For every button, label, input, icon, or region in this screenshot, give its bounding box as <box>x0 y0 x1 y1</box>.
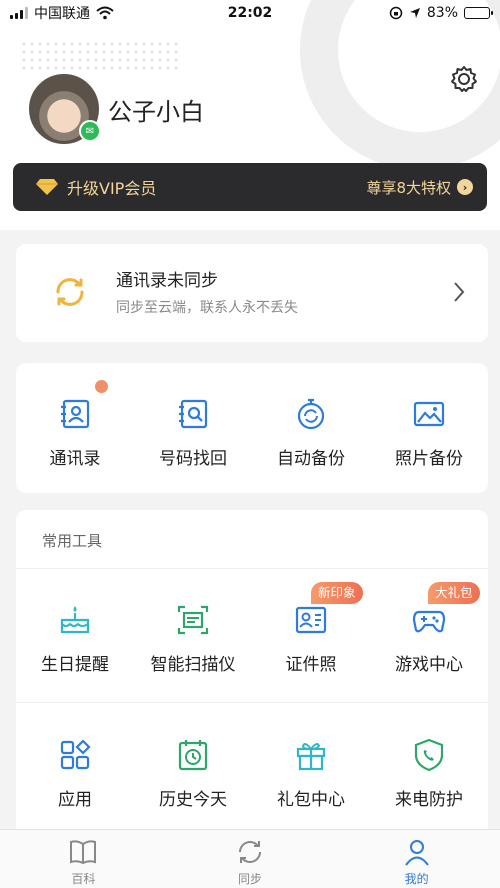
tool-label: 历史今天 <box>159 790 227 810</box>
nav-item-sync[interactable]: 同步 <box>167 830 334 888</box>
tool-label: 证件照 <box>285 655 337 675</box>
id-card-icon <box>295 606 327 634</box>
nav-label: 我的 <box>404 872 429 886</box>
gift-icon <box>296 743 326 771</box>
photo-backup-icon <box>413 401 445 427</box>
shield-phone-icon <box>414 738 444 772</box>
tools-card: 常用工具 生日提醒 智能扫描仪 证件照 新印象 游戏中心 大礼包 应用 历史今天… <box>16 510 488 840</box>
tool-gift-center[interactable]: 礼包中心 <box>252 737 370 810</box>
quick-actions-card: 通讯录 号码找回 自动备份 照片备份 <box>16 363 488 493</box>
gamepad-icon <box>412 610 446 633</box>
number-recover-icon <box>179 399 208 429</box>
auto-backup-icon <box>297 398 325 430</box>
vip-benefits: 尊享8大特权 <box>366 178 451 197</box>
action-label: 照片备份 <box>395 449 463 469</box>
status-bar: 中国联通 22:02 83% <box>0 0 500 26</box>
clock: 22:02 <box>227 5 273 21</box>
diamond-icon <box>36 179 58 195</box>
decorative-dots <box>20 40 180 70</box>
scanner-icon <box>177 605 209 635</box>
divider <box>16 702 488 703</box>
bottom-nav: 百科 同步 我的 <box>0 829 500 888</box>
cake-icon <box>60 606 90 634</box>
sync-title: 通讯录未同步 <box>116 271 218 291</box>
action-label: 通讯录 <box>49 449 101 469</box>
tool-label: 应用 <box>58 790 92 810</box>
tools-title: 常用工具 <box>42 532 103 550</box>
tool-label: 礼包中心 <box>277 790 345 810</box>
wifi-icon <box>96 6 114 20</box>
chevron-right-icon: › <box>457 179 473 195</box>
tool-label: 来电防护 <box>395 790 463 810</box>
action-auto-backup[interactable]: 自动备份 <box>252 396 370 469</box>
avatar[interactable]: ✉ <box>27 72 101 146</box>
action-number-recover[interactable]: 号码找回 <box>134 396 252 469</box>
signal-icon <box>10 7 28 19</box>
battery-icon <box>464 7 493 19</box>
action-label: 自动备份 <box>277 449 345 469</box>
vip-label: 升级VIP会员 <box>67 179 157 198</box>
notification-dot <box>95 380 108 393</box>
contacts-icon <box>61 399 90 429</box>
sync-icon <box>56 278 84 306</box>
tool-label: 生日提醒 <box>41 655 109 675</box>
tool-history-today[interactable]: 历史今天 <box>134 737 252 810</box>
sync-card[interactable]: 通讯录未同步 同步至云端，联系人永不丢失 <box>16 244 488 342</box>
tool-label: 游戏中心 <box>395 655 463 675</box>
tool-game-center[interactable]: 游戏中心 <box>370 602 488 675</box>
sync-subtitle: 同步至云端，联系人永不丢失 <box>116 300 298 316</box>
nav-label: 同步 <box>238 872 263 886</box>
action-label: 号码找回 <box>159 449 227 469</box>
tool-birthday[interactable]: 生日提醒 <box>16 602 134 675</box>
chevron-right-icon <box>454 282 465 302</box>
tool-apps[interactable]: 应用 <box>16 737 134 810</box>
location-arrow-icon <box>409 8 420 18</box>
carrier-label: 中国联通 <box>34 6 90 22</box>
action-photo-backup[interactable]: 照片备份 <box>370 396 488 469</box>
wechat-badge-icon: ✉ <box>79 120 101 142</box>
tool-call-protection[interactable]: 来电防护 <box>370 737 488 810</box>
rotation-lock-icon <box>389 6 403 20</box>
tag-badge: 大礼包 <box>428 582 480 604</box>
nav-item-encyclopedia[interactable]: 百科 <box>0 830 167 888</box>
divider <box>16 568 488 569</box>
gear-icon[interactable] <box>449 64 479 94</box>
nav-label: 百科 <box>71 872 96 886</box>
tool-label: 智能扫描仪 <box>150 655 236 675</box>
calendar-clock-icon <box>178 740 208 771</box>
tag-badge: 新印象 <box>311 582 363 604</box>
book-icon <box>70 840 97 865</box>
action-contacts[interactable]: 通讯录 <box>16 396 134 469</box>
vip-banner[interactable]: 升级VIP会员 尊享8大特权 › <box>13 163 487 211</box>
nav-item-mine[interactable]: 我的 <box>333 830 500 888</box>
apps-icon <box>60 739 91 770</box>
username[interactable]: 公子小白 <box>108 92 204 127</box>
tool-id-photo[interactable]: 证件照 <box>252 602 370 675</box>
battery-percent: 83% <box>426 5 458 21</box>
sync-icon <box>239 841 261 863</box>
profile-icon <box>404 840 429 866</box>
tool-scanner[interactable]: 智能扫描仪 <box>134 602 252 675</box>
